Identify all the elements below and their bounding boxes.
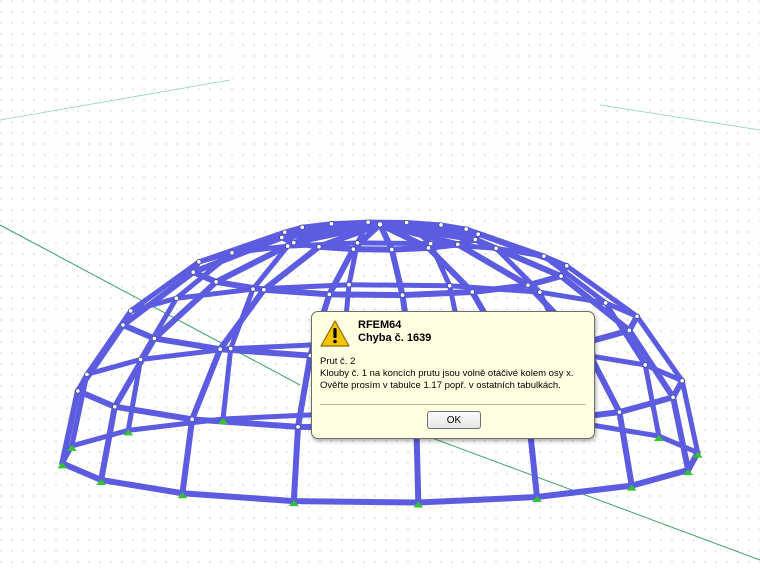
ok-button[interactable]: OK <box>427 411 481 429</box>
hinge-node <box>279 234 285 240</box>
hinge-node <box>541 253 547 259</box>
hinge-node <box>316 244 322 250</box>
hinge-node <box>472 237 478 243</box>
warning-icon <box>320 320 350 347</box>
hinge-node <box>120 322 126 328</box>
hinge-node <box>128 308 134 314</box>
hinge-node <box>190 269 196 275</box>
dialog-message-line: Ověřte prosím v tabulce 1.17 popř. v ost… <box>320 380 561 391</box>
hinge-node <box>616 409 622 415</box>
hinge-node <box>475 231 481 237</box>
meridian-member <box>290 423 302 505</box>
apex-node <box>377 221 383 228</box>
hinge-node <box>558 273 564 279</box>
hinge-node <box>75 388 81 394</box>
hinge-node <box>626 327 632 333</box>
hinge-node <box>428 241 434 247</box>
hinge-node <box>426 245 432 251</box>
hinge-node <box>196 259 202 265</box>
hinge-node <box>228 346 234 352</box>
dialog-error-code: Chyba č. 1639 <box>358 332 432 344</box>
hinge-node <box>299 224 305 230</box>
hinge-node <box>350 246 356 252</box>
dialog-app-name: RFEM64 <box>358 319 402 331</box>
hinge-node <box>326 291 332 297</box>
hinge-node <box>189 416 195 422</box>
hinge-node <box>603 300 609 306</box>
hinge-node <box>447 283 453 289</box>
hinge-node <box>250 286 256 292</box>
hinge-node <box>537 289 543 295</box>
hinge-node <box>365 219 371 225</box>
meridian-member <box>413 425 422 506</box>
hinge-node <box>670 394 676 400</box>
hinge-node <box>679 378 685 384</box>
hinge-node <box>138 357 144 363</box>
hinge-node <box>642 362 648 368</box>
hinge-node <box>282 229 288 235</box>
hinge-node <box>261 287 267 293</box>
hinge-node <box>229 250 235 256</box>
hinge-node <box>564 263 570 269</box>
dialog-title: RFEM64 Chyba č. 1639 <box>358 319 431 345</box>
error-dialog: RFEM64 Chyba č. 1639 Prut č. 2 Klouby č.… <box>311 311 595 439</box>
hinge-node <box>404 220 410 226</box>
hinge-node <box>213 279 219 285</box>
hinge-node <box>346 282 352 288</box>
ring-member <box>399 288 476 299</box>
ring-member <box>290 498 422 506</box>
dialog-message-line: Prut č. 2 <box>320 356 356 367</box>
hinge-node <box>84 371 90 377</box>
dialog-message: Prut č. 2 Klouby č. 1 na koncích prutu j… <box>320 356 592 392</box>
hinge-node <box>295 424 301 430</box>
hinge-node <box>469 289 475 295</box>
dialog-message-line: Klouby č. 1 na koncích prutu jsou volně … <box>320 368 574 379</box>
model-viewport[interactable] <box>0 0 760 570</box>
hinge-node <box>389 247 395 253</box>
hinge-node <box>455 241 461 247</box>
hinge-node <box>112 404 118 410</box>
hinge-node <box>493 245 499 251</box>
hinge-node <box>285 243 291 249</box>
hinge-node <box>217 346 223 352</box>
ring-member <box>326 291 406 299</box>
dialog-separator <box>320 404 586 405</box>
hinge-node <box>438 222 444 228</box>
hinge-node <box>328 221 334 227</box>
hinge-node <box>291 240 297 246</box>
hinge-node <box>173 295 179 301</box>
hinge-node <box>151 335 157 341</box>
hinge-node <box>634 313 640 319</box>
hinge-node <box>525 282 531 288</box>
hinge-node <box>463 226 469 232</box>
hinge-node <box>400 292 406 298</box>
hinge-node <box>354 240 360 246</box>
